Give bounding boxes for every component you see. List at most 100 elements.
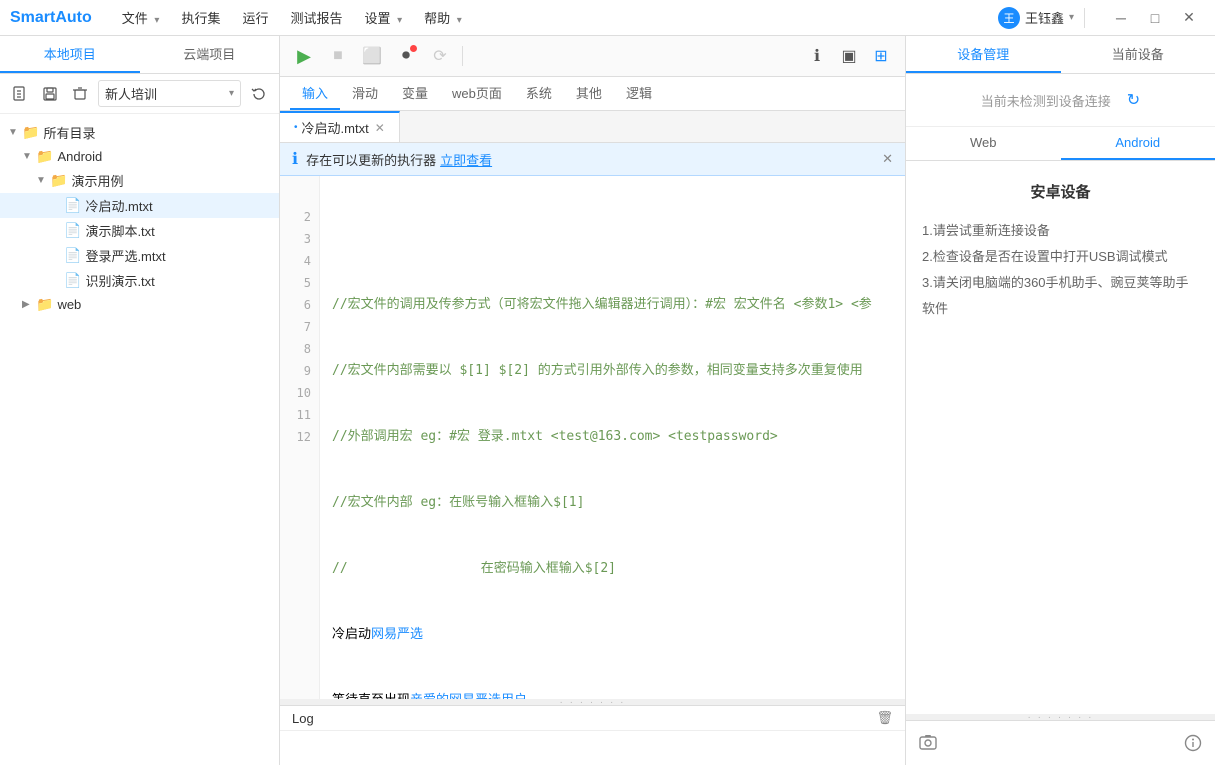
tree-item-android[interactable]: ▼ 📁 Android [0,145,279,168]
subtab-other[interactable]: 其他 [564,77,614,110]
tree-item-demo-cases[interactable]: ▼ 📁 演示用例 [0,168,279,193]
main-layout: 本地项目 云端项目 新人培训 ▾ ▼ [0,36,1215,765]
tree-item-all-dirs[interactable]: ▼ 📁 所有目录 [0,120,279,145]
subtab-input[interactable]: 输入 [290,77,340,110]
screenshot-button[interactable] [914,729,942,757]
app-logo: SmartAuto [10,9,92,27]
sidebar: 本地项目 云端项目 新人培训 ▾ ▼ [0,36,280,765]
line-num-5: 5 [280,272,311,294]
editor-area: ▶ ■ ⬜ ⏺ ⟳ ℹ ▣ ⊞ 输入 滑动 变量 web页面 系统 其他 逻辑 [280,36,905,765]
project-dropdown-icon: ▾ [229,88,234,99]
menu-item-exec[interactable]: 执行集 [171,4,230,31]
sidebar-tree: ▼ 📁 所有目录 ▼ 📁 Android ▼ 📁 演示用例 [0,114,279,765]
code-line-5: //宏文件内部 eg：在账号输入框输入$[1] [332,492,893,514]
line-num-7: 7 [280,316,311,338]
line-num-9: 9 [280,360,311,382]
code-editor[interactable]: 2 3 4 5 6 7 8 9 10 11 12 //宏文件的调用及传参方式（可… [280,176,905,699]
editor-main: 2 3 4 5 6 7 8 9 10 11 12 //宏文件的调用及传参方式（可… [280,176,905,699]
tree-item-cold-start[interactable]: 📄 冷启动.mtxt [0,193,279,218]
tab-web-device[interactable]: Web [906,127,1061,160]
tab-local-project[interactable]: 本地项目 [0,36,140,73]
file-tab-cold-start[interactable]: • 冷启动.mtxt ✕ [280,111,400,142]
project-selector[interactable]: 新人培训 ▾ [98,80,241,107]
tree-label-android: Android [57,149,102,164]
android-step-3: 3.请关闭电脑端的360手机助手、豌豆荚等助手软件 [922,270,1199,322]
tree-item-web[interactable]: ▶ 📁 web [0,293,279,316]
tree-label-identify: 识别演示.txt [85,271,154,290]
tab-dot: • [294,122,298,133]
tab-current-device[interactable]: 当前设备 [1061,36,1215,73]
menu-item-settings[interactable]: 设置 ▾ [354,4,412,31]
info-button[interactable]: ℹ [803,42,831,70]
subtab-variable[interactable]: 变量 [390,77,440,110]
menu-item-run[interactable]: 运行 [232,4,278,31]
layout2-button[interactable]: ⊞ [867,42,895,70]
right-panel-footer [906,720,1215,765]
subtab-slide[interactable]: 滑动 [340,77,390,110]
titlebar-divider [1084,8,1085,28]
menu-item-report[interactable]: 测试报告 [280,4,352,31]
subtab-logic[interactable]: 逻辑 [614,77,664,110]
new-file-button[interactable] [8,82,32,106]
line-num-3: 3 [280,228,311,250]
tree-item-login[interactable]: 📄 登录严选.mtxt [0,243,279,268]
line-num-11: 11 [280,404,311,426]
pause-button[interactable]: ⬜ [358,42,386,70]
tree-item-identify[interactable]: 📄 识别演示.txt [0,268,279,293]
stop-button[interactable]: ■ [324,42,352,70]
sidebar-tabs: 本地项目 云端项目 [0,36,279,74]
record-button[interactable]: ⏺ [392,42,420,70]
close-button[interactable]: ✕ [1173,7,1205,29]
log-clear-button[interactable]: 🗑 [876,710,893,726]
maximize-button[interactable]: □ [1139,7,1171,29]
log-header: Log 🗑 [280,706,905,731]
tab-android-device[interactable]: Android [1061,127,1215,160]
layout1-button[interactable]: ▣ [835,42,863,70]
android-info: 安卓设备 1.请尝试重新连接设备 2.检查设备是否在设置中打开USB调试模式 3… [906,161,1215,342]
tree-arrow-android: ▼ [22,151,36,162]
line-num-10: 10 [280,382,311,404]
code-line-3: //宏文件内部需要以 $[1] $[2] 的方式引用外部传入的参数，相同变量支持… [332,360,893,382]
editor-subtabs: 输入 滑动 变量 web页面 系统 其他 逻辑 [280,77,905,111]
tab-cloud-project[interactable]: 云端项目 [140,36,280,73]
win-controls: ─ □ ✕ [1105,7,1205,29]
info-device-button[interactable] [1179,729,1207,757]
minimize-button[interactable]: ─ [1105,7,1137,29]
tree-label-all-dirs: 所有目录 [43,123,95,142]
code-line-7: 冷启动网易严选 [332,624,893,646]
file-icon-identify: 📄 [64,272,81,289]
code-content[interactable]: //宏文件的调用及传参方式（可将宏文件拖入编辑器进行调用）：#宏 宏文件名 <参… [320,176,905,699]
tab-close-button[interactable]: ✕ [375,121,385,135]
right-panel-tabs: 设备管理 当前设备 [906,36,1215,74]
menu-item-help[interactable]: 帮助 ▾ [414,4,472,31]
editor-file-tabs: • 冷启动.mtxt ✕ [280,111,905,143]
user-info[interactable]: 王 王钰鑫 ▾ [998,7,1074,29]
project-name: 新人培训 [105,84,157,103]
notice-link[interactable]: 立即查看 [440,150,492,169]
tree-item-demo-script[interactable]: 📄 演示脚本.txt [0,218,279,243]
line-num-12: 12 [280,426,311,448]
log-body [280,731,905,765]
menu-item-file[interactable]: 文件 ▾ [112,4,170,31]
run-button[interactable]: ▶ [290,42,318,70]
right-panel-spacer [906,342,1215,714]
file-tab-label: 冷启动.mtxt [302,118,369,137]
subtab-web[interactable]: web页面 [440,77,514,110]
tree-label-login: 登录严选.mtxt [85,246,165,265]
notice-icon: ℹ [292,149,298,169]
step-button[interactable]: ⟳ [426,42,454,70]
titlebar: SmartAuto 文件 ▾ 执行集 运行 测试报告 设置 ▾ 帮助 ▾ 王 王… [0,0,1215,36]
subtab-system[interactable]: 系统 [514,77,564,110]
tab-device-mgmt[interactable]: 设备管理 [906,36,1061,73]
tree-arrow-demo-cases: ▼ [36,175,50,186]
save-button[interactable] [38,82,62,106]
user-arrow-icon: ▾ [1069,12,1074,23]
line-num-4: 4 [280,250,311,272]
line-num-2: 2 [280,206,311,228]
refresh-device-button[interactable]: ↻ [1127,90,1140,110]
delete-button[interactable] [68,82,92,106]
notice-close-button[interactable]: ✕ [882,151,893,167]
tree-label-cold-start: 冷启动.mtxt [85,196,152,215]
android-step-1: 1.请尝试重新连接设备 [922,218,1199,244]
refresh-project-button[interactable] [247,82,271,106]
